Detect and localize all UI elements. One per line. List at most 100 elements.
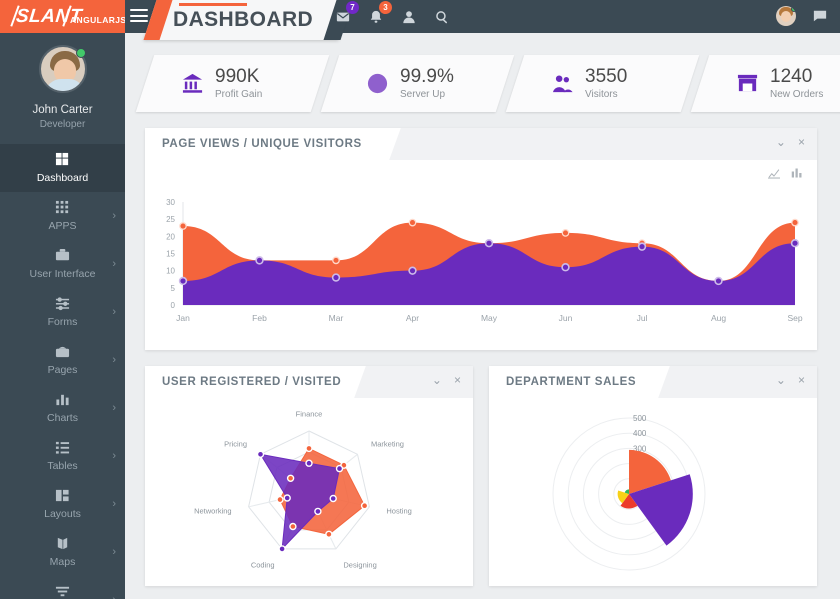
collapse-icon[interactable]: ⌄ [776,136,786,148]
svg-text:Feb: Feb [252,313,267,323]
svg-text:Jun: Jun [559,313,573,323]
svg-text:Designing: Designing [343,561,376,570]
svg-text:Mar: Mar [329,313,344,323]
stat-card-new-orders[interactable]: 1240 New Orders [690,55,840,112]
main-content: 990K Profit Gain 99.9% Server Up 3550 Visitor… [125,33,840,599]
user-avatar[interactable] [776,6,796,26]
chevron-right-icon: › [112,210,116,222]
panel-page-views: PAGE VIEWS / UNIQUE VISITORS ⌄ × 0 5 10 15 2… [145,128,817,350]
stat-label: New Orders [770,88,824,100]
stat-value: 99.9% [400,66,454,88]
stat-value: 3550 [585,66,628,88]
stat-card-visitors[interactable]: 3550 Visitors [505,55,700,112]
area-chart: 0 5 10 15 20 25 30 Jan Feb Mar Apr May Jun Jul Aug Sep [166,198,803,323]
close-icon[interactable]: × [798,136,805,148]
svg-text:Coding: Coding [251,561,275,570]
stat-card-server-up[interactable]: 99.9% Server Up [320,55,515,112]
bell-icon[interactable]: 3 [368,1,392,25]
bar-chart-icon [0,391,125,407]
top-right-icons [776,6,828,26]
panel-title: DEPARTMENT SALES [506,376,637,388]
sidebar-item-pages[interactable]: Pages › [0,336,125,384]
chevron-right-icon: › [112,354,116,366]
chevron-right-icon: › [112,498,116,510]
sidebar-item-maps[interactable]: Maps › [0,528,125,576]
svg-text:20: 20 [166,232,175,241]
layout-icon [0,487,125,503]
chevron-right-icon: › [112,594,116,599]
sidebar-item-label: Dashboard [36,172,89,184]
profile-role: Developer [39,119,86,130]
page-title: DASHBOARD [173,8,314,31]
store-icon [736,72,759,95]
chevron-right-icon: › [112,258,116,270]
globe-icon [366,72,389,95]
chat-icon[interactable] [812,8,828,25]
panel-title: USER REGISTERED / VISITED [162,376,342,388]
svg-text:Hosting: Hosting [386,507,411,516]
line-chart-toggle[interactable] [768,166,780,179]
sidebar-item-label: Charts [47,412,78,424]
profile-block: John Carter Developer [0,33,125,140]
users-icon [551,72,574,95]
brand-logo[interactable]: SLANT ANGULARJS [0,0,125,33]
sidebar-item-label: Layouts [44,508,81,520]
hamburger-icon[interactable] [130,9,148,26]
svg-text:Apr: Apr [406,313,419,323]
svg-text:Jan: Jan [176,313,190,323]
stat-value: 1240 [770,66,813,88]
sidebar: SLANT ANGULARJS John Carter Developer Da… [0,0,125,599]
chevron-right-icon: › [112,546,116,558]
sidebar-item-menu-levels[interactable]: Menu Levels› [0,576,125,599]
svg-text:Jul: Jul [637,313,648,323]
sidebar-item-forms[interactable]: Forms › [0,288,125,336]
bar-chart-toggle[interactable] [791,166,803,178]
profile-name: John Carter [32,104,93,116]
notification-badge: 3 [379,1,392,14]
svg-text:0: 0 [171,301,176,310]
menu-levels-icon [0,583,125,599]
sidebar-item-layouts[interactable]: Layouts › [0,480,125,528]
radar-chart: Finance Marketing Hosting Designing Coding Ne… [194,410,412,570]
search-icon[interactable] [434,8,450,25]
briefcase-icon [0,247,125,263]
sidebar-item-label: APPS [48,220,77,232]
sidebar-item-label: Maps [49,556,76,568]
dashboard-page: SLANT ANGULARJS John Carter Developer Da… [0,0,840,599]
bank-icon [181,72,204,95]
stats-row: 990K Profit Gain 99.9% Server Up 3550 Visitor… [135,55,840,112]
close-icon[interactable]: × [798,374,805,386]
stat-label: Profit Gain [215,88,263,100]
user-icon[interactable] [401,8,417,25]
envelope-icon[interactable]: 7 [335,1,359,25]
panel-body: Finance Marketing Hosting Designing Coding Ne… [145,398,473,586]
online-status-icon [75,48,86,58]
chevron-right-icon: › [112,306,116,318]
sidebar-item-label: Pages [47,364,78,376]
stat-card-profit-gain[interactable]: 990K Profit Gain [135,55,330,112]
svg-text:Networking: Networking [194,507,232,516]
sidebar-item-user-interface[interactable]: User Interface › [0,240,125,288]
list-icon [0,439,125,455]
collapse-icon[interactable]: ⌄ [776,374,786,386]
close-icon[interactable]: × [454,374,461,386]
svg-text:10: 10 [166,267,175,276]
sliders-icon [0,295,125,311]
title-underline [179,3,247,6]
sidebar-item-tables[interactable]: Tables › [0,432,125,480]
svg-text:15: 15 [166,250,175,259]
sidebar-item-apps[interactable]: APPS › [0,192,125,240]
panel-body: 100200300400500 [489,398,817,586]
pages-icon [0,343,125,359]
sidebar-item-charts[interactable]: Charts › [0,384,125,432]
sidebar-item-dashboard[interactable]: Dashboard [0,144,125,192]
sidebar-item-label: Tables [47,460,78,472]
svg-text:30: 30 [166,198,175,207]
svg-text:Marketing: Marketing [371,440,404,449]
top-bar: DASHBOARD 7 3 [125,0,840,40]
stat-label: Server Up [400,88,446,100]
dashboard-icon [0,151,125,167]
avatar-wrap[interactable] [38,45,87,93]
panel-department-sales: DEPARTMENT SALES ⌄ × 100200300400500 [489,366,817,586]
collapse-icon[interactable]: ⌄ [432,374,442,386]
